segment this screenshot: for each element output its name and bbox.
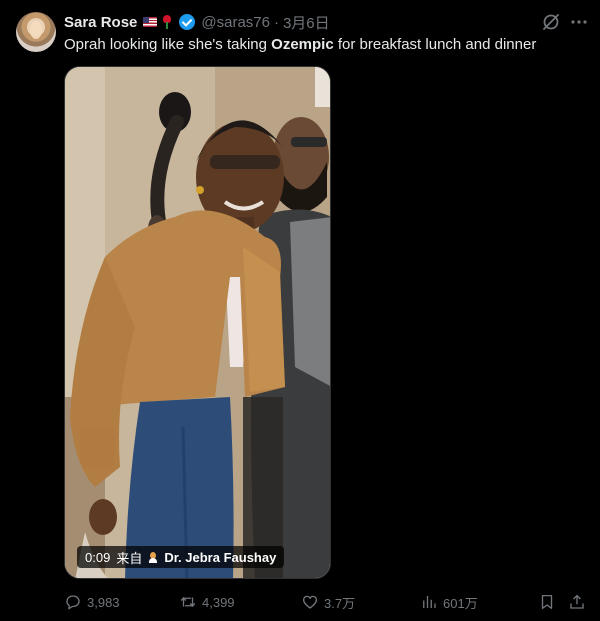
video-duration: 0:09 [85,549,111,565]
tweet-text: Oprah looking like she's taking Ozempic … [64,35,584,55]
tweet-date[interactable]: 3月6日 [283,12,330,33]
video-frame [65,67,330,578]
views-count: 601万 [443,595,478,611]
tweet-text-after: for breakfast lunch and dinner [333,36,537,53]
reply-button[interactable]: 3,983 [64,590,120,614]
views-button[interactable]: 601万 [420,590,478,614]
video-timestamp: 0:09 来自 Dr. Jebra Faushay [77,546,285,568]
reply-count: 3,983 [87,594,120,610]
tweet-text-before: Oprah looking like she's taking [64,36,272,53]
more-icon[interactable] [569,12,589,32]
video-player[interactable]: 0:09 来自 Dr. Jebra Faushay [64,66,331,579]
us-flag-icon [143,17,158,27]
share-icon [570,594,584,609]
tweet: Sara Rose @saras76 · 3月6日 Oprah looking … [0,0,600,621]
like-button[interactable]: 3.7万 [301,590,355,614]
action-bar: 3,983 4,399 3.7万 601万 [64,590,594,614]
tweet-text-bold: Ozempic [271,36,334,53]
heart-icon [302,595,318,609]
author-handle[interactable]: @saras76 [201,14,270,31]
avatar[interactable] [16,12,56,52]
author-name[interactable]: Sara Rose [64,14,137,31]
share-button[interactable] [568,590,586,614]
repost-button[interactable]: 4,399 [179,590,235,614]
views-icon [423,596,436,608]
repost-icon [180,596,196,608]
verified-badge-icon[interactable] [179,14,196,30]
separator-dot: · [273,13,279,31]
repost-count: 4,399 [202,594,235,610]
tweet-header: Sara Rose @saras76 · 3月6日 [64,12,330,32]
bookmark-button[interactable] [538,590,556,614]
bookmark-icon [541,594,553,610]
video-source-prefix: 来自 [116,550,143,566]
credit-avatar-icon [148,551,158,563]
like-count: 3.7万 [324,595,356,611]
rose-icon [161,15,173,29]
reply-icon [66,595,80,610]
video-source-name[interactable]: Dr. Jebra Faushay [164,550,276,565]
grok-icon[interactable] [541,12,561,32]
